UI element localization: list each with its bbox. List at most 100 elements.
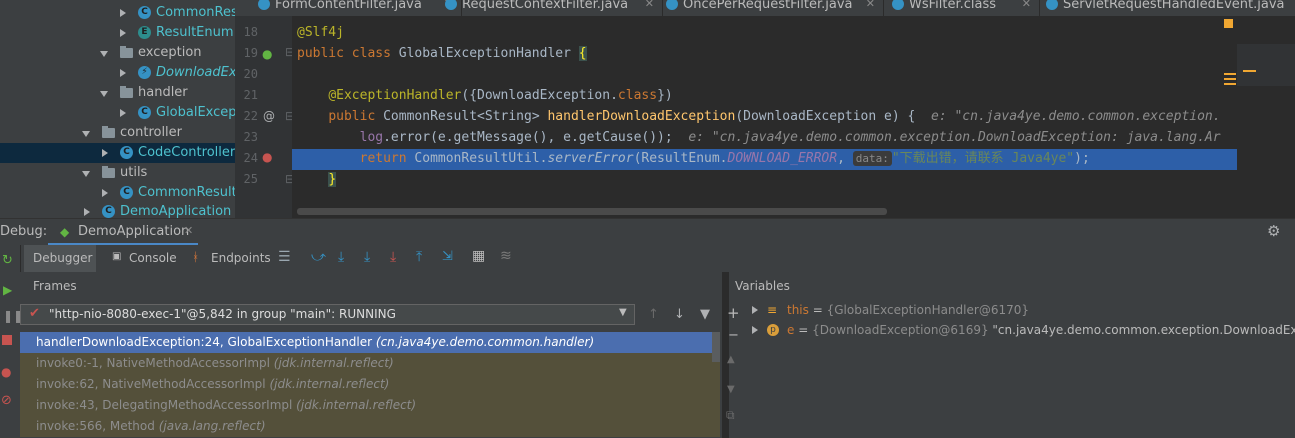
frame-row[interactable]: invoke:43, DelegatingMethodAccessorImpl … <box>20 395 720 416</box>
close-icon[interactable]: ✕ <box>1022 0 1031 9</box>
tab-onceperrequestfilter[interactable]: OncePerRequestFilter.java ✕ <box>661 0 884 16</box>
mute-breakpoints-icon[interactable]: ⊘ <box>1 393 12 408</box>
chevron-right-icon[interactable] <box>120 9 126 17</box>
chevron-right-icon[interactable] <box>752 326 758 334</box>
tree-item-resultenum[interactable]: E ResultEnum <box>0 23 235 43</box>
close-icon[interactable]: ✕ <box>645 0 654 9</box>
package-icon <box>102 126 115 138</box>
warning-marker-icon[interactable] <box>1224 83 1236 85</box>
frame-method: invoke:43, DelegatingMethodAccessorImpl <box>36 398 293 412</box>
tree-item-downloadexception[interactable]: ⚡ DownloadEx <box>0 63 235 83</box>
step-over-icon[interactable]: ⤓ <box>338 249 344 265</box>
warning-marker-icon[interactable] <box>1224 73 1236 75</box>
tab-requestcontextfilter[interactable]: RequestContextFilter.java ✕ <box>440 0 663 16</box>
tab-demoapplication[interactable]: ◆ DemoApplication ✕ <box>48 219 198 246</box>
chevron-right-icon[interactable] <box>120 69 126 77</box>
force-step-into-icon[interactable]: ⤓ <box>390 249 396 265</box>
arrow-up-icon[interactable]: ↑ <box>648 307 659 322</box>
tab-servletrequesthandledevent[interactable]: ServletRequestHandledEvent.java <box>1041 0 1295 16</box>
code-editor[interactable]: @Slf4j public class GlobalExceptionHandl… <box>292 16 1237 218</box>
frame-row[interactable]: invoke0:-1, NativeMethodAccessorImpl (jd… <box>20 353 720 374</box>
code-token: ); <box>1074 151 1090 166</box>
tab-console[interactable]: Console <box>129 251 177 265</box>
tree-item-utils[interactable]: utils <box>0 163 235 183</box>
spring-bean-icon[interactable]: ● <box>262 47 272 61</box>
frames-panel: Frames handlerDownloadException:24, Glob… <box>20 272 722 438</box>
arrow-down-icon[interactable]: ↓ <box>674 307 685 322</box>
code-token: } <box>328 172 337 187</box>
chevron-right-icon[interactable] <box>120 109 126 117</box>
tree-item-handler[interactable]: handler <box>0 83 235 103</box>
vertical-scrollbar[interactable] <box>712 332 720 362</box>
chevron-down-icon[interactable] <box>82 171 90 177</box>
tab-formcontentfilter[interactable]: FormContentFilter.java ✕ <box>253 0 462 16</box>
frame-row[interactable]: invoke:62, NativeMethodAccessorImpl (jdk… <box>20 374 720 395</box>
tab-endpoints[interactable]: Endpoints <box>211 251 271 265</box>
tab-label: RequestContextFilter.java <box>462 0 629 12</box>
tree-item-controller[interactable]: controller <box>0 123 235 143</box>
evaluate-expression-icon[interactable]: ▦ <box>472 248 485 264</box>
rerun-icon[interactable]: ↻ <box>2 253 13 268</box>
chevron-right-icon[interactable] <box>102 149 108 157</box>
warning-icon[interactable] <box>1224 19 1233 28</box>
console-icon: ▣ <box>112 251 122 262</box>
frame-row[interactable]: handlerDownloadException:24, GlobalExcep… <box>20 332 720 353</box>
step-into-icon[interactable]: ⤓ <box>364 249 370 265</box>
stop-icon[interactable] <box>2 335 12 345</box>
frames-title: Frames <box>33 279 77 293</box>
tree-item-codecontroller[interactable]: C CodeController <box>0 143 235 163</box>
editor-minimap[interactable] <box>1224 16 1295 218</box>
arrow-down-icon[interactable]: ▼ <box>727 384 735 395</box>
tree-item-commonresultutil[interactable]: C CommonResultU <box>0 183 235 203</box>
remove-icon[interactable]: − <box>728 328 739 343</box>
copy-icon[interactable]: ⧉ <box>726 408 735 423</box>
variable-row[interactable]: ≡ this = {GlobalExceptionHandler@6170} <box>752 300 1029 320</box>
warning-marker-icon[interactable] <box>1243 70 1256 72</box>
code-token: DOWNLOAD_ERROR <box>727 151 838 166</box>
package-icon <box>102 166 115 178</box>
close-icon[interactable]: ✕ <box>866 0 875 9</box>
mapping-at-icon[interactable]: @ <box>263 109 275 123</box>
class-icon <box>666 0 678 10</box>
menu-icon[interactable]: ☰ <box>278 249 291 265</box>
tree-item-demoapplication[interactable]: C DemoApplication <box>0 202 235 218</box>
chevron-down-icon[interactable]: ▼ <box>619 307 627 318</box>
line-number: 18 <box>243 25 258 39</box>
variable-row[interactable]: p e = {DownloadException@6169} "cn.java4… <box>752 320 1295 340</box>
code-token: { <box>578 46 587 61</box>
frame-row[interactable]: invoke:566, Method (java.lang.reflect) <box>20 416 720 437</box>
chevron-right-icon[interactable] <box>102 189 108 197</box>
field-icon: ≡ <box>767 303 778 317</box>
chevron-down-icon[interactable] <box>100 51 108 57</box>
chevron-right-icon[interactable] <box>84 208 90 216</box>
code-token: @ExceptionHandler <box>328 88 462 103</box>
tab-debugger[interactable]: Debugger <box>24 245 96 272</box>
chevron-right-icon[interactable] <box>120 29 126 37</box>
view-breakpoints-icon[interactable]: ● <box>1 365 11 379</box>
trace-icon[interactable]: ≋ <box>500 248 512 264</box>
tree-item-commonresult[interactable]: C CommonResul <box>0 3 235 23</box>
horizontal-scrollbar[interactable] <box>297 208 887 215</box>
resume-icon[interactable]: ▶ <box>3 283 12 297</box>
tree-item-exception[interactable]: exception <box>0 43 235 63</box>
breakpoint-icon[interactable]: ● <box>262 150 272 164</box>
class-icon <box>892 0 904 10</box>
chevron-down-icon[interactable] <box>100 91 108 97</box>
step-out-icon[interactable]: ⤒ <box>416 249 422 265</box>
gear-icon[interactable]: ⚙ <box>1267 222 1280 240</box>
code-line-19: public class GlobalExceptionHandler { <box>297 43 587 64</box>
editor-gutter[interactable]: 18 19 20 21 22 23 24 25 ● @ ● ⊟ ⊟ ⊟ <box>235 16 295 218</box>
warning-marker-icon[interactable] <box>1224 78 1236 80</box>
chevron-down-icon[interactable] <box>82 131 90 137</box>
tree-item-label: ResultEnum <box>156 25 234 40</box>
filter-icon[interactable]: ▼ <box>700 307 710 322</box>
chevron-right-icon[interactable] <box>752 306 758 314</box>
show-execution-point-icon[interactable]: ⤻ <box>311 249 326 265</box>
run-to-cursor-icon[interactable]: ⇲ <box>442 249 453 264</box>
tab-wsfilter[interactable]: WsFilter.class ✕ <box>887 0 1040 16</box>
tree-item-globalexceptionhandler[interactable]: C GlobalExcepti <box>0 103 235 123</box>
arrow-up-icon[interactable]: ▲ <box>727 354 735 365</box>
thread-selector[interactable]: ✔ "http-nio-8080-exec-1"@5,842 in group … <box>20 304 635 325</box>
add-watch-icon[interactable]: + <box>727 304 740 322</box>
close-icon[interactable]: ✕ <box>184 224 193 237</box>
